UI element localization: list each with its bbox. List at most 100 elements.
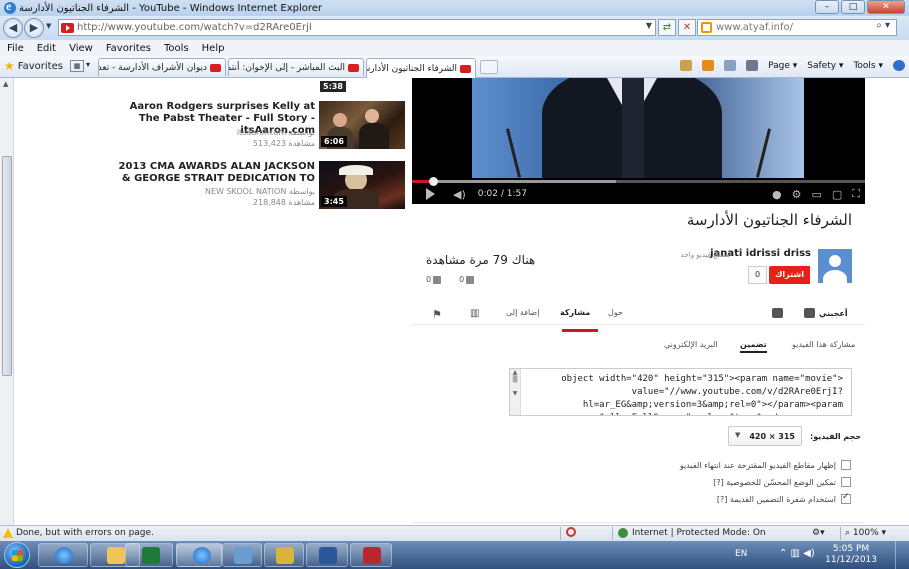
checkbox[interactable]	[841, 460, 851, 470]
search-field[interactable]: www.atyaf.info/ ⌕ ▾	[697, 19, 897, 36]
option-old-embed[interactable]: استخدام شفرة التضمين القديمة [?]	[716, 492, 851, 505]
volume-icon[interactable]: ◀)	[453, 188, 466, 201]
email-subtab[interactable]: البريد الإلكتروني	[664, 340, 718, 349]
input-language[interactable]: EN	[735, 549, 747, 559]
scrollbar-thumb[interactable]	[2, 156, 12, 376]
address-dropdown-icon[interactable]: ▼	[646, 21, 652, 30]
feeds-icon[interactable]	[702, 60, 715, 71]
checkbox[interactable]	[841, 477, 851, 487]
taskbar-word[interactable]	[306, 543, 348, 567]
taskbar-excel[interactable]	[125, 543, 173, 567]
theater-mode-icon[interactable]: ▭	[811, 188, 821, 201]
menu-help[interactable]: Help	[202, 43, 225, 54]
embed-subtab[interactable]: تضمين	[740, 340, 767, 353]
share-tab[interactable]: مشاركة	[560, 308, 590, 317]
popup-blocked-icon[interactable]	[566, 527, 576, 537]
security-zone[interactable]: Internet | Protected Mode: On	[632, 528, 766, 538]
fullscreen-icon[interactable]: ⛶	[852, 187, 860, 201]
video-frame[interactable]	[472, 78, 804, 178]
suggested-video-thumbnail[interactable]: 3:45	[319, 161, 405, 209]
minimize-button[interactable]: –	[815, 0, 839, 14]
report-flag-icon[interactable]: ⚑	[432, 308, 442, 321]
menu-edit[interactable]: Edit	[37, 43, 56, 54]
youtube-favicon-icon	[61, 22, 74, 33]
taskbar-paint[interactable]	[264, 543, 304, 567]
tab-1[interactable]: ديوان الأشراف الأدارسة - تعدى	[98, 58, 226, 76]
suggested-video-1[interactable]: 6:06 Aaron Rodgers surprises Kelly at Th…	[130, 101, 405, 151]
show-desktop-button[interactable]	[895, 541, 909, 569]
play-icon[interactable]	[426, 188, 435, 200]
settings-gear-icon[interactable]: ⚙	[792, 188, 802, 201]
print-icon[interactable]	[746, 60, 759, 71]
video-size-select[interactable]: 420 × 315 ▼	[728, 426, 802, 446]
popout-icon[interactable]: ▢	[832, 188, 842, 201]
like-button[interactable]: أعجبني	[804, 308, 848, 318]
video-progress-bar[interactable]	[412, 177, 866, 186]
video-player[interactable]: ◀) 0:02 / 1:57 ● ⚙ ▭ ▢ ⛶	[412, 78, 866, 204]
menu-favorites[interactable]: Favorites	[106, 43, 151, 54]
tab-3-active[interactable]: الشرفاء الجناتيون الأدارسة ... ✕	[366, 58, 476, 78]
protected-mode-icon[interactable]: ⚙▾	[812, 528, 825, 538]
back-button[interactable]: ◀	[3, 18, 23, 38]
zoom-level[interactable]: ⌕ 100% ▾	[845, 528, 886, 538]
recent-pages-chevron-icon[interactable]: ▼	[46, 22, 51, 30]
menu-tools[interactable]: Tools	[164, 43, 189, 54]
option-privacy-mode[interactable]: تمكين الوضع المحسّن للخصوصية [?]	[713, 476, 851, 488]
help-icon[interactable]	[893, 60, 905, 71]
tools-menu[interactable]: Tools ▾	[853, 61, 883, 71]
home-icon[interactable]	[680, 60, 693, 71]
subscribe-button[interactable]: اشتراك	[769, 266, 810, 284]
taskbar-picture-viewer[interactable]	[222, 543, 262, 567]
forward-button[interactable]: ▶	[24, 18, 44, 38]
taskbar-internet-explorer-active[interactable]	[176, 543, 222, 567]
option-show-suggested[interactable]: إظهار مقاطع الفيديو المقترحة عند انتهاء …	[680, 459, 851, 471]
quick-tabs-icon[interactable]: ▦	[70, 60, 84, 72]
suggested-video-title[interactable]: 2013 CMA AWARDS ALAN JACKSON & GEORGE ST…	[115, 161, 315, 185]
compatibility-view-icon[interactable]: ⇄	[658, 19, 676, 36]
favorites-button[interactable]: ★ Favorites	[4, 59, 63, 73]
clock[interactable]: 5:05 PM 11/12/2013	[825, 544, 877, 566]
view-count: هناك 79 مرة مشاهدة	[426, 253, 536, 267]
warning-icon[interactable]	[3, 528, 13, 538]
clock-time: 5:05 PM	[832, 544, 870, 554]
share-video-subtab[interactable]: مشاركة هذا الفيديو	[792, 340, 855, 349]
add-to-button[interactable]: إضافة إلى	[506, 308, 539, 317]
embed-code[interactable]: object width="420" height="315"><param n…	[510, 369, 851, 415]
suggested-video-2[interactable]: 3:45 2013 CMA AWARDS ALAN JACKSON & GEOR…	[119, 161, 405, 211]
embed-code-textarea[interactable]: ▲ ▒ ▼ object width="420" height="315"><par…	[509, 368, 852, 416]
read-mail-icon[interactable]	[724, 60, 737, 71]
taskbar-internet-explorer[interactable]	[38, 543, 88, 567]
menu-view[interactable]: View	[69, 43, 93, 54]
tab-list-chevron-icon[interactable]: ▾	[86, 60, 90, 69]
start-button[interactable]	[4, 542, 30, 568]
dislike-button[interactable]	[772, 308, 783, 318]
youtube-favicon-icon	[210, 63, 221, 72]
menu-file[interactable]: File	[7, 43, 24, 54]
checkbox[interactable]	[841, 492, 851, 504]
window-controls: – □ ✕	[815, 0, 905, 14]
stop-icon[interactable]: ✕	[678, 19, 696, 36]
embed-scrollbar[interactable]: ▲ ▒ ▼	[510, 369, 521, 415]
maximize-button[interactable]: □	[841, 0, 865, 14]
close-window-button[interactable]: ✕	[867, 0, 905, 14]
taskbar-access[interactable]	[350, 543, 392, 567]
about-tab[interactable]: حول	[608, 308, 623, 317]
scroll-up-icon[interactable]: ▲	[3, 80, 8, 88]
address-field[interactable]: http://www.youtube.com/watch?v=d2RAre0Er…	[58, 19, 656, 36]
new-tab-button[interactable]	[480, 60, 498, 74]
statistics-icon[interactable]: ▥	[470, 308, 479, 319]
video-size-value: 420 × 315	[749, 432, 795, 441]
tray-icons[interactable]: ⌃ ▥ ◀)	[779, 548, 815, 559]
search-icon[interactable]: ⌕ ▾	[876, 20, 890, 31]
status-message[interactable]: Done, but with errors on page.	[16, 528, 154, 538]
tab-2[interactable]: البث المباشر - إلى الإخوان: أنتم	[228, 58, 364, 76]
annotations-icon[interactable]: ●	[772, 188, 782, 201]
option-label: استخدام شفرة التضمين القديمة [?]	[716, 494, 836, 504]
dislike-icon	[772, 308, 783, 318]
tab-bar: ★ Favorites ▦ ▾ ديوان الأشراف الأدارسة -…	[0, 56, 909, 78]
channel-avatar[interactable]	[818, 249, 852, 283]
page-scrollbar[interactable]: ▲	[0, 78, 14, 525]
page-menu[interactable]: Page ▾	[768, 61, 797, 71]
suggested-video-thumbnail[interactable]: 6:06	[319, 101, 405, 149]
safety-menu[interactable]: Safety ▾	[807, 61, 843, 71]
